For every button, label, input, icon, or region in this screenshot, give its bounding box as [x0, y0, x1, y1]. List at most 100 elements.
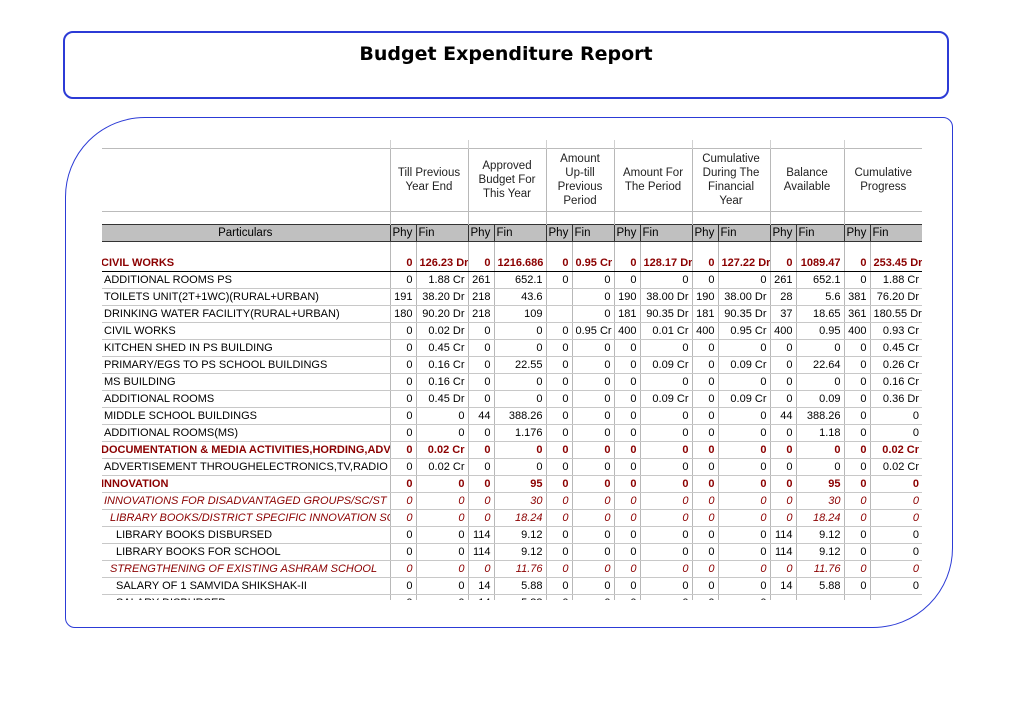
- fin-cell: 0: [795, 339, 844, 357]
- budget-table: Till Previous Year End Approved Budget F…: [102, 140, 922, 600]
- phy-cell: 0: [545, 339, 572, 357]
- phy-cell: 0: [843, 458, 870, 476]
- fin-cell: 0: [493, 322, 546, 340]
- fin-cell: 0: [571, 492, 614, 510]
- table-row: PRIMARY/EGS TO PS SCHOOL BUILDINGS 0 0.16 …: [102, 356, 922, 374]
- table-row: KITCHEN SHED IN PS BUILDING 0 0.45 Cr 0 0 0 0 0…: [102, 339, 922, 357]
- fin-cell: 0.09 Cr: [717, 356, 770, 374]
- phy-cell: 0: [389, 424, 416, 442]
- row-particulars: INNOVATION: [102, 475, 390, 493]
- fin-cell: [869, 594, 922, 600]
- phy-cell: 0: [769, 255, 796, 272]
- phy-cell: 0: [545, 560, 572, 578]
- phy-cell: 0: [467, 509, 494, 527]
- phy-cell: 0: [389, 475, 416, 493]
- phy-cell: 114: [769, 526, 796, 544]
- fin-cell: 0.95 Cr: [571, 255, 614, 272]
- phy-cell: 0: [843, 390, 870, 408]
- fin-cell: 1.176: [493, 424, 546, 442]
- fin-cell: 9.12: [795, 526, 844, 544]
- fin-cell: 0: [717, 458, 770, 476]
- col-header-cumulative-financial-year: Cumulative During The Financial Year: [691, 148, 770, 212]
- fin-cell: 0: [639, 271, 692, 289]
- fin-cell: 0: [869, 543, 922, 561]
- phy-cell: 0: [691, 255, 718, 272]
- fin-cell: 0: [717, 373, 770, 391]
- fin-cell: 0: [639, 560, 692, 578]
- spacer-row: [102, 211, 922, 225]
- fin-cell: 0: [571, 560, 614, 578]
- phy-cell: 0: [691, 373, 718, 391]
- phy-cell: 0: [843, 373, 870, 391]
- fin-cell: 0.45 Cr: [869, 339, 922, 357]
- fin-cell: 126.23 Dr: [415, 255, 468, 272]
- phy-cell: 0: [691, 526, 718, 544]
- phy-cell: 0: [691, 475, 718, 493]
- phy-cell: [769, 594, 796, 600]
- fin-cell: 0: [571, 424, 614, 442]
- phy-cell: 0: [389, 255, 416, 272]
- phy-cell: 0: [389, 407, 416, 425]
- phy-cell: 0: [467, 255, 494, 272]
- subheader-row: Particulars Phy Fin Phy Fin Phy Fin Phy Fin …: [102, 224, 922, 242]
- phy-cell: 400: [613, 322, 640, 340]
- fin-cell: 0: [571, 577, 614, 595]
- phy-cell: 0: [769, 475, 796, 493]
- phy-cell: 0: [691, 356, 718, 374]
- fin-cell: 11.76: [795, 560, 844, 578]
- fin-cell: 95: [795, 475, 844, 493]
- fin-cell: 0: [639, 543, 692, 561]
- phy-cell: 0: [545, 509, 572, 527]
- fin-cell: 0: [571, 543, 614, 561]
- phy-cell: 0: [389, 509, 416, 527]
- fin-header: Fin: [869, 224, 922, 242]
- fin-cell: 0.16 Cr: [869, 373, 922, 391]
- fin-cell: 0.02 Cr: [415, 441, 468, 459]
- fin-cell: 0: [869, 407, 922, 425]
- fin-cell: 0: [571, 390, 614, 408]
- fin-cell: 0: [717, 543, 770, 561]
- table-row: CIVIL WORKS 0 0.02 Dr 0 0 0 0.95 Cr 400 0.01 Cr 4…: [102, 322, 922, 340]
- particulars-header: Particulars: [102, 224, 390, 242]
- fin-cell: 0: [717, 509, 770, 527]
- phy-cell: 0: [467, 339, 494, 357]
- phy-cell: 0: [545, 526, 572, 544]
- phy-cell: 0: [613, 475, 640, 493]
- table-row: LIBRARY BOOKS/DISTRICT SPECIFIC INNOVATI…: [102, 509, 922, 527]
- phy-cell: 0: [769, 373, 796, 391]
- phy-cell: 0: [467, 492, 494, 510]
- phy-cell: 14: [769, 577, 796, 595]
- fin-header: Fin: [415, 224, 468, 242]
- spacer-row: [102, 241, 922, 255]
- fin-cell: 1.18: [795, 424, 844, 442]
- phy-cell: 0: [389, 594, 416, 600]
- phy-cell: [843, 594, 870, 600]
- phy-cell: 261: [467, 271, 494, 289]
- phy-cell: 0: [467, 441, 494, 459]
- phy-cell: 0: [843, 475, 870, 493]
- row-particulars: MS BUILDING: [102, 373, 390, 391]
- phy-cell: 261: [769, 271, 796, 289]
- phy-cell: 0: [467, 356, 494, 374]
- row-particulars: ADVERTISEMENT THROUGHELECTRONICS,TV,RADI…: [102, 458, 390, 476]
- table-row: ADDITIONAL ROOMS PS 0 1.88 Cr 261 652.1 0 0 0 0 0…: [102, 271, 922, 289]
- fin-cell: [795, 594, 844, 600]
- phy-header: Phy: [467, 224, 494, 242]
- fin-cell: 38.20 Dr: [415, 288, 468, 306]
- phy-cell: 190: [613, 288, 640, 306]
- phy-cell: 0: [691, 441, 718, 459]
- fin-cell: 0: [571, 356, 614, 374]
- report-title: Budget Expenditure Report: [359, 43, 653, 65]
- fin-cell: 30: [795, 492, 844, 510]
- fin-cell: 0.95 Cr: [571, 322, 614, 340]
- table-row: INNOVATION 0 0 0 95 0 0 0 0 0 0 0 95 0 0: [102, 475, 922, 493]
- row-particulars: LIBRARY BOOKS/DISTRICT SPECIFIC INNOVATI…: [102, 509, 390, 527]
- fin-cell: 0.95: [795, 322, 844, 340]
- phy-cell: 14: [467, 577, 494, 595]
- phy-cell: 0: [613, 407, 640, 425]
- column-group-header-row: Till Previous Year End Approved Budget F…: [102, 148, 922, 212]
- fin-cell: 0: [571, 475, 614, 493]
- phy-cell: 0: [613, 543, 640, 561]
- table-row: ADVERTISEMENT THROUGHELECTRONICS,TV,RADI…: [102, 458, 922, 476]
- phy-cell: 0: [691, 407, 718, 425]
